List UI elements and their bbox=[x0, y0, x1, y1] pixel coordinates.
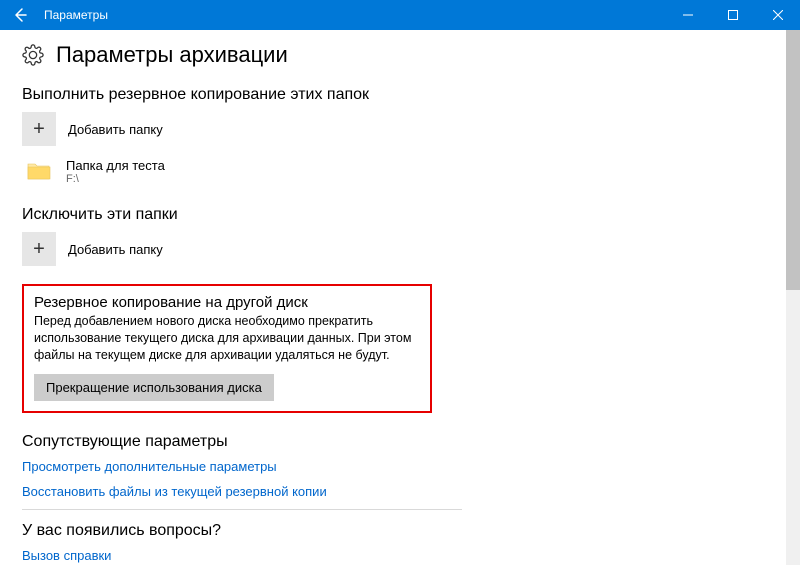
other-drive-section: Резервное копирование на другой диск Пер… bbox=[22, 284, 432, 413]
add-exclude-folder-label: Добавить папку bbox=[68, 242, 163, 257]
scrollbar-thumb[interactable] bbox=[786, 30, 800, 290]
stop-using-drive-button[interactable]: Прекращение использования диска bbox=[34, 374, 274, 401]
folder-name: Папка для теста bbox=[66, 158, 165, 173]
maximize-button[interactable] bbox=[710, 0, 755, 30]
arrow-left-icon bbox=[12, 7, 28, 23]
minimize-icon bbox=[683, 10, 693, 20]
other-drive-description: Перед добавлением нового диска необходим… bbox=[34, 313, 420, 364]
other-drive-heading: Резервное копирование на другой диск bbox=[34, 294, 420, 311]
close-icon bbox=[773, 10, 783, 20]
gear-icon bbox=[22, 44, 44, 66]
maximize-icon bbox=[728, 10, 738, 20]
close-button[interactable] bbox=[755, 0, 800, 30]
add-backup-folder-button[interactable]: + Добавить папку bbox=[22, 112, 764, 146]
titlebar: Параметры bbox=[0, 0, 800, 30]
scrollbar-track[interactable] bbox=[786, 30, 800, 565]
plus-icon: + bbox=[22, 112, 56, 146]
window-controls bbox=[665, 0, 800, 30]
add-exclude-folder-button[interactable]: + Добавить папку bbox=[22, 232, 764, 266]
content-area: Параметры архивации Выполнить резервное … bbox=[0, 30, 786, 565]
plus-icon: + bbox=[22, 232, 56, 266]
link-help[interactable]: Вызов справки bbox=[22, 548, 764, 563]
page-title: Параметры архивации bbox=[56, 42, 288, 68]
link-restore-files[interactable]: Восстановить файлы из текущей резервной … bbox=[22, 484, 764, 499]
minimize-button[interactable] bbox=[665, 0, 710, 30]
help-heading: У вас появились вопросы? bbox=[22, 522, 764, 540]
add-backup-folder-label: Добавить папку bbox=[68, 122, 163, 137]
backup-folder-item[interactable]: Папка для теста F:\ bbox=[24, 156, 764, 186]
folder-icon bbox=[24, 156, 54, 186]
related-heading: Сопутствующие параметры bbox=[22, 433, 764, 451]
link-more-options[interactable]: Просмотреть дополнительные параметры bbox=[22, 459, 764, 474]
exclude-folders-heading: Исключить эти папки bbox=[22, 206, 764, 224]
back-button[interactable] bbox=[0, 0, 40, 30]
divider bbox=[22, 509, 462, 510]
folder-path: F:\ bbox=[66, 173, 165, 185]
window-title: Параметры bbox=[44, 8, 108, 22]
backup-folders-heading: Выполнить резервное копирование этих пап… bbox=[22, 86, 764, 104]
